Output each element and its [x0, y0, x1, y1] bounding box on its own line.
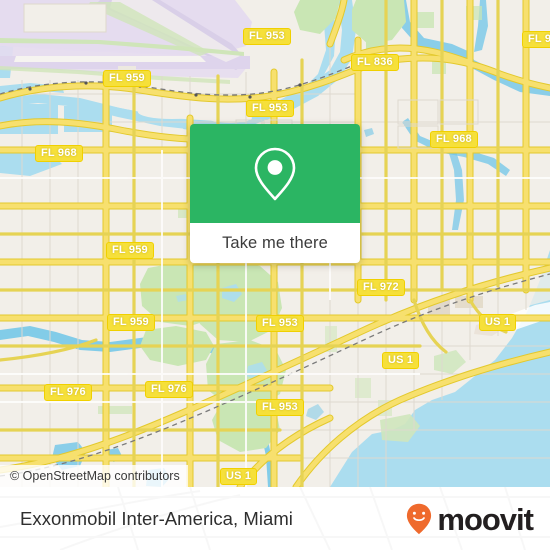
road-shield[interactable]: FL 959 — [106, 242, 154, 259]
road-shield[interactable]: FL 953 — [256, 315, 304, 332]
location-pin-icon — [249, 146, 301, 202]
page-title: Exxonmobil Inter-America, Miami — [20, 507, 293, 529]
road-shield[interactable]: FL 968 — [35, 145, 83, 162]
road-shield[interactable]: FL 953 — [522, 31, 550, 48]
road-shield[interactable]: FL 959 — [103, 70, 151, 87]
callout-pin-panel — [190, 124, 360, 223]
road-shield[interactable]: FL 953 — [246, 100, 294, 117]
road-shield[interactable]: US 1 — [479, 314, 517, 331]
map-share-card: FL 953 FL 836 FL 959 FL 953 FL 953 FL 96… — [0, 0, 550, 550]
road-shield[interactable]: US 1 — [382, 352, 420, 369]
road-shield[interactable]: FL 972 — [357, 279, 405, 296]
road-shield[interactable]: FL 976 — [145, 381, 193, 398]
road-shield[interactable]: FL 959 — [107, 314, 155, 331]
road-shield[interactable]: FL 976 — [44, 384, 92, 401]
moovit-wordmark: moovit — [437, 502, 534, 537]
bottom-bar: Exxonmobil Inter-America, Miami moovit — [0, 487, 550, 550]
road-shield[interactable]: FL 953 — [256, 399, 304, 416]
moovit-smiley-pin-icon — [406, 503, 432, 535]
road-shield[interactable]: FL 953 — [243, 28, 291, 45]
take-me-there-callout[interactable]: Take me there — [190, 124, 360, 263]
road-shield[interactable]: FL 968 — [430, 131, 478, 148]
map-canvas[interactable]: FL 953 FL 836 FL 959 FL 953 FL 953 FL 96… — [0, 0, 550, 487]
road-shield[interactable]: US 1 — [220, 468, 258, 485]
callout-action-panel[interactable]: Take me there — [190, 223, 360, 263]
moovit-logo[interactable]: moovit — [406, 487, 534, 550]
road-shield[interactable]: FL 836 — [351, 54, 399, 71]
take-me-there-label: Take me there — [222, 233, 328, 252]
osm-attribution[interactable]: © OpenStreetMap contributors — [0, 465, 188, 487]
